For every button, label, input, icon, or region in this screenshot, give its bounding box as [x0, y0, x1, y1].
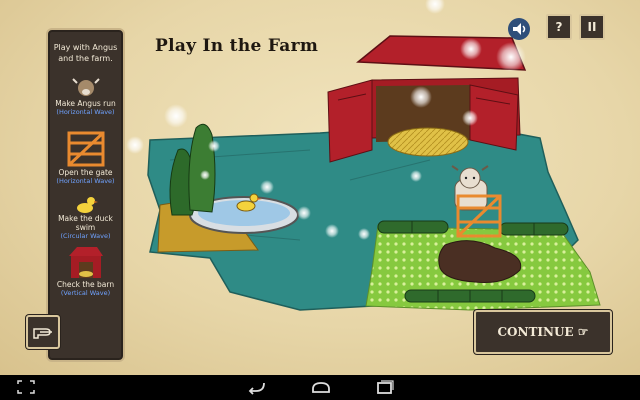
- continue-button[interactable]: CONTINUE ☞: [474, 310, 612, 354]
- help-button[interactable]: ?: [546, 14, 572, 40]
- duck-icon: [76, 197, 98, 213]
- task-gesture: (Vertical Wave): [60, 289, 111, 297]
- intro-text: Play with Angus and the farm.: [53, 43, 118, 63]
- hay-pile: [387, 127, 469, 157]
- recents-icon[interactable]: [374, 379, 396, 395]
- task-label: Open the gate: [58, 168, 113, 177]
- task-make-the-duck-swim[interactable]: Make the duck swim (Circular Wave): [48, 194, 123, 240]
- screenshot-icon[interactable]: [16, 379, 36, 395]
- task-label: Make Angus run: [55, 99, 116, 108]
- cow-icon: [71, 78, 100, 96]
- back-icon[interactable]: [246, 379, 268, 395]
- task-gesture: (Circular Wave): [60, 232, 111, 240]
- home-icon[interactable]: [310, 379, 332, 395]
- pause-button[interactable]: II: [579, 14, 605, 40]
- task-gesture: (Horizontal Wave): [56, 177, 115, 185]
- sound-icon[interactable]: [508, 18, 530, 40]
- gate-icon: [67, 131, 104, 167]
- game-scene: Play In the Farm ? II Play with Angus an…: [0, 0, 640, 375]
- front-logs: [404, 289, 536, 303]
- task-gesture: (Horizontal Wave): [56, 108, 115, 116]
- hand-gesture-button[interactable]: [26, 315, 60, 349]
- task-label: Check the barn: [56, 280, 115, 289]
- pointing-hand-icon: [33, 328, 52, 339]
- task-open-the-gate[interactable]: Open the gate (Horizontal Wave): [48, 130, 123, 185]
- barn-icon: [68, 247, 103, 278]
- task-check-the-barn[interactable]: Check the barn (Vertical Wave): [48, 244, 123, 297]
- page-title: Play In the Farm: [155, 36, 319, 56]
- task-label: Make the duck swim: [58, 214, 113, 232]
- task-make-angus-run[interactable]: Make Angus run (Horizontal Wave): [48, 75, 123, 116]
- system-nav-bar: [0, 375, 640, 400]
- task-panel: Play with Angus and the farm. Make Angus…: [46, 28, 125, 362]
